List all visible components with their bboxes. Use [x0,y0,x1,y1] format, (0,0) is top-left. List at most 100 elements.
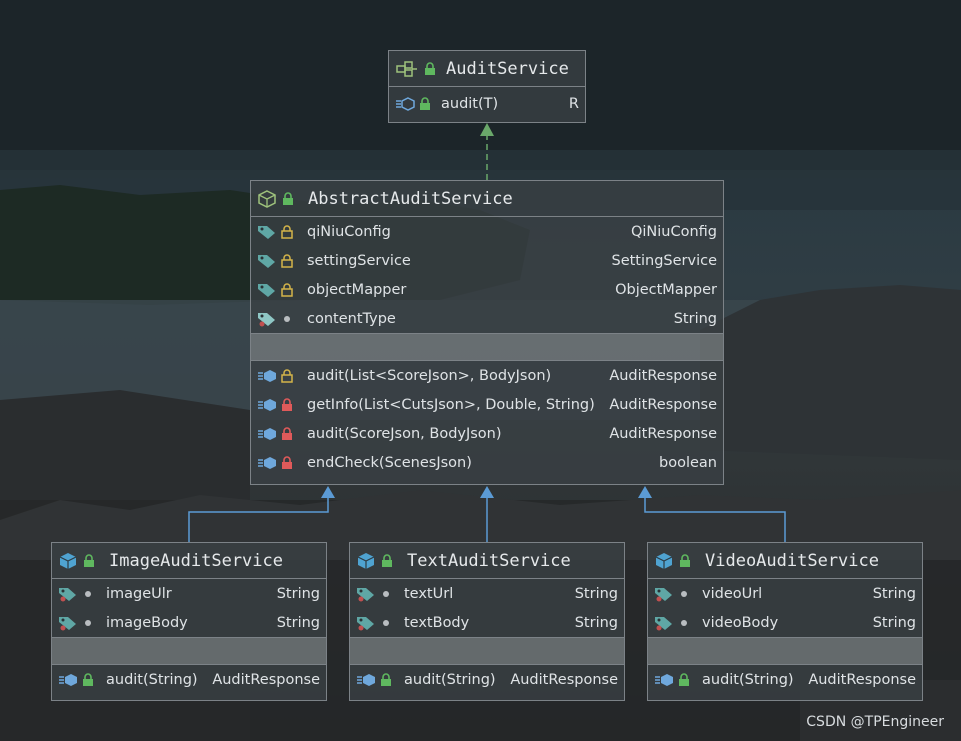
class-header: VideoAuditService [648,543,922,579]
lock-public-icon [380,672,392,687]
package-private-dot-icon [82,587,94,601]
field-type: String [574,614,618,631]
method-name: getInfo(List<CutsJson>, Double, String) [307,396,595,413]
method-icon [257,368,277,384]
field-name: objectMapper [307,281,407,298]
class-header: TextAuditService [350,543,624,579]
package-private-dot-icon [678,616,690,630]
method-icon [257,455,277,471]
lock-protected-icon [281,282,293,297]
class-icon [655,552,673,570]
method-icon [356,672,376,688]
implements-arrowhead [480,123,494,136]
field-name: textBody [404,614,470,631]
field-type: ObjectMapper [615,281,717,298]
lock-private-icon [281,397,293,412]
method-type: R [568,95,579,112]
method-row[interactable]: getInfo(List<CutsJson>, Double, String) … [251,390,723,419]
field-row[interactable]: imageBody String [52,608,326,637]
method-row[interactable]: audit(List<ScoreJson>, BodyJson) AuditRe… [251,361,723,390]
class-name: VideoAuditService [705,550,879,571]
field-row[interactable]: objectMapper ObjectMapper [251,275,723,304]
field-row[interactable]: contentType String [251,304,723,333]
method-name: audit(String) [404,671,496,688]
class-abstract-audit-service[interactable]: AbstractAuditService qiNiuConfig QiNiuCo… [250,180,724,485]
field-tag-icon [257,282,277,298]
class-name: TextAuditService [407,550,571,571]
package-private-dot-icon [380,587,392,601]
method-type: AuditResponse [212,671,320,688]
class-header: ImageAuditService [52,543,326,579]
interface-header: AuditService [389,51,585,87]
method-row[interactable]: audit(ScoreJson, BodyJson) AuditResponse [251,419,723,448]
field-tag-icon [58,586,78,602]
method-type: boolean [659,454,717,471]
method-row[interactable]: audit(String) AuditResponse [648,665,922,694]
method-row[interactable]: endCheck(ScenesJson) boolean [251,448,723,477]
interface-name: AuditService [446,58,569,79]
lock-protected-icon [281,368,293,383]
field-type: QiNiuConfig [630,223,717,240]
class-icon [59,552,77,570]
field-type: SettingService [611,252,717,269]
field-type: String [574,585,618,602]
lock-public-icon [282,191,294,206]
field-row[interactable]: textBody String [350,608,624,637]
class-image-audit-service[interactable]: ImageAuditService imageUlr String imageB… [51,542,327,701]
method-row[interactable]: audit(String) AuditResponse [350,665,624,694]
field-row[interactable]: qiNiuConfig QiNiuConfig [251,217,723,246]
lock-protected-icon [281,253,293,268]
method-name: audit(String) [702,671,794,688]
lock-public-icon [679,553,691,568]
package-private-dot-icon [281,312,293,326]
field-name: videoBody [702,614,779,631]
lock-private-icon [281,426,293,441]
inherit-line-image [188,494,329,542]
class-name: ImageAuditService [109,550,283,571]
field-row[interactable]: videoUrl String [648,579,922,608]
package-private-dot-icon [380,616,392,630]
method-icon [257,397,277,413]
empty-compartment [350,637,624,665]
field-tag-icon [654,586,674,602]
method-type: AuditResponse [609,367,717,384]
field-tag-icon [356,586,376,602]
interface-audit-service[interactable]: AuditService audit(T) R [388,50,586,123]
lock-public-icon [424,61,436,76]
method-name: audit(ScoreJson, BodyJson) [307,425,502,442]
field-row[interactable]: textUrl String [350,579,624,608]
lock-public-icon [419,96,431,111]
field-name: contentType [307,310,396,327]
lock-protected-icon [281,224,293,239]
method-name: audit(T) [441,95,499,112]
field-row[interactable]: settingService SettingService [251,246,723,275]
field-type: String [673,310,717,327]
inherit-arrowhead-text [480,486,494,498]
lock-private-icon [281,455,293,470]
field-tag-icon [654,615,674,631]
inherit-arrowhead-image [321,486,335,498]
field-name: settingService [307,252,411,269]
method-type: AuditResponse [510,671,618,688]
empty-compartment [251,333,723,361]
field-name: imageUlr [106,585,172,602]
field-tag-icon [257,224,277,240]
class-video-audit-service[interactable]: VideoAuditService videoUrl String videoB… [647,542,923,701]
static-field-tag-icon [257,311,277,327]
class-text-audit-service[interactable]: TextAuditService textUrl String textBody… [349,542,625,701]
lock-public-icon [678,672,690,687]
field-tag-icon [356,615,376,631]
class-header: AbstractAuditService [251,181,723,217]
lock-public-icon [82,672,94,687]
method-type: AuditResponse [808,671,916,688]
method-name: audit(List<ScoreJson>, BodyJson) [307,367,552,384]
field-name: qiNiuConfig [307,223,391,240]
field-type: String [276,614,320,631]
method-name: endCheck(ScenesJson) [307,454,472,471]
field-row[interactable]: videoBody String [648,608,922,637]
field-row[interactable]: imageUlr String [52,579,326,608]
method-row[interactable]: audit(T) R [389,87,585,120]
inherit-arrowhead-video [638,486,652,498]
method-row[interactable]: audit(String) AuditResponse [52,665,326,694]
method-type: AuditResponse [609,396,717,413]
